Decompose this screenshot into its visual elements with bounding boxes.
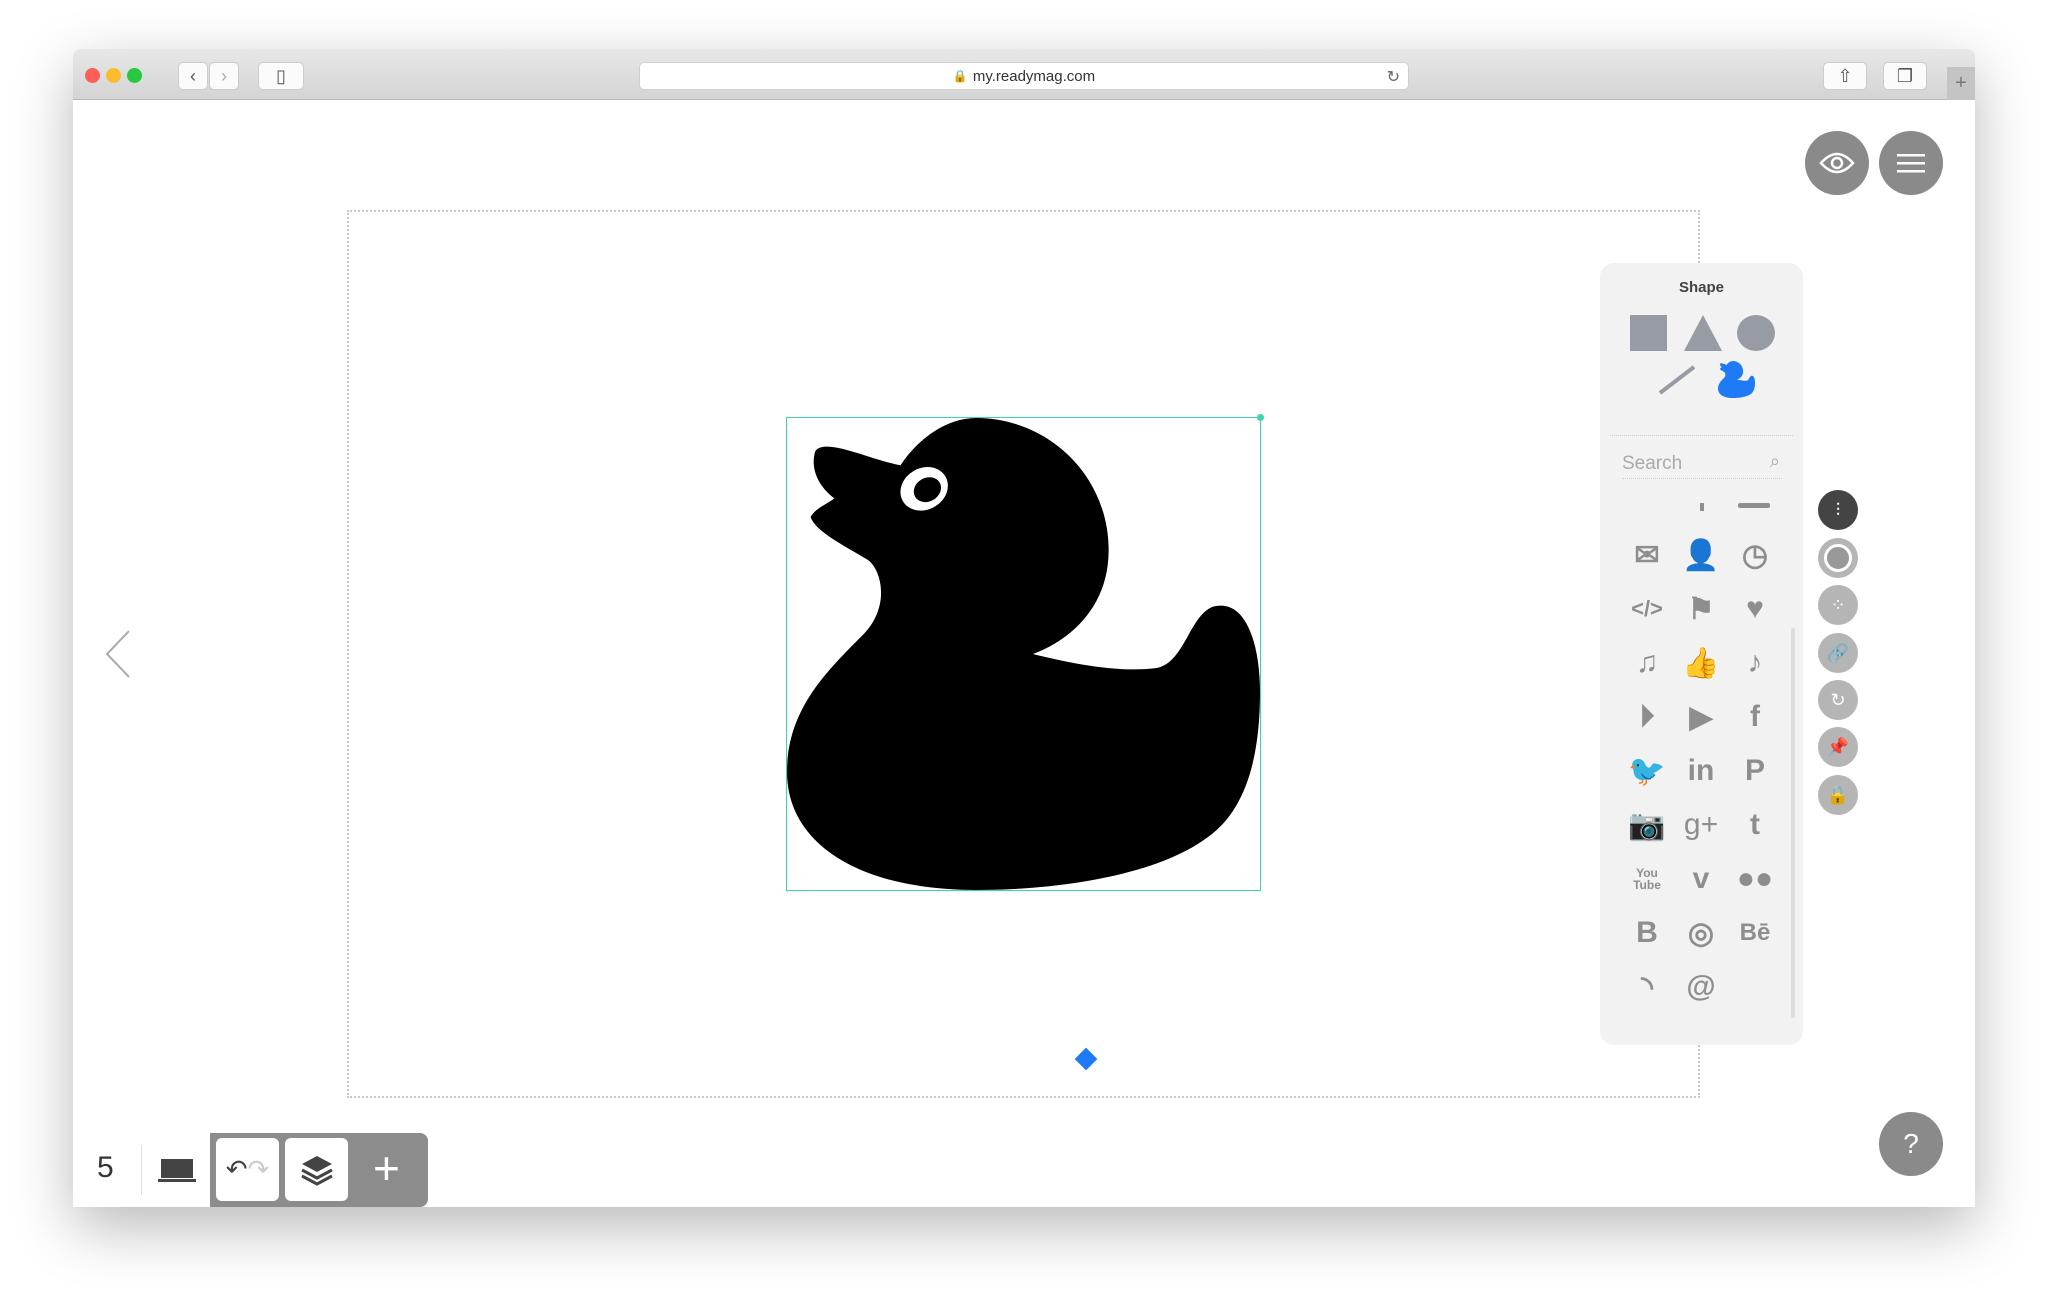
- tabs-button[interactable]: ❐: [1883, 62, 1927, 90]
- link-icon: 🔗: [1826, 642, 1850, 663]
- heart-icon[interactable]: ♥: [1728, 592, 1782, 626]
- thumbs-up-icon[interactable]: 👍: [1674, 646, 1728, 680]
- instagram-icon[interactable]: 📷: [1620, 808, 1674, 842]
- page-number[interactable]: 5: [97, 1151, 114, 1185]
- icon-grid: ✉ 👤 ◷ </> ⚑ ♥ ♫ 👍 ♪ ⏵ ▶ f 🐦 in P 📷 g+ t …: [1620, 538, 1786, 1004]
- duck-icon: [787, 418, 1260, 890]
- google-plus-icon[interactable]: g+: [1674, 808, 1728, 842]
- pin-button[interactable]: 📌: [1818, 727, 1858, 767]
- circle-shape-icon[interactable]: [1737, 315, 1775, 351]
- youtube-icon[interactable]: ▶: [1674, 700, 1728, 734]
- laptop-icon[interactable]: [158, 1157, 196, 1183]
- layers-button[interactable]: [285, 1138, 348, 1201]
- tumblr-icon[interactable]: t: [1728, 808, 1782, 842]
- divider: [141, 1145, 142, 1195]
- panel-scrollbar[interactable]: [1791, 628, 1795, 1018]
- selected-duck-shape[interactable]: [786, 414, 1264, 891]
- menu-button[interactable]: [1879, 131, 1943, 195]
- triangle-shape-icon[interactable]: [1684, 315, 1722, 351]
- divider: [1610, 435, 1793, 436]
- duck-shape-icon[interactable]: [1718, 361, 1755, 398]
- search-placeholder: Search: [1622, 453, 1683, 474]
- at-icon[interactable]: @: [1674, 970, 1728, 1004]
- undo-redo-button[interactable]: ↶ ↷: [216, 1138, 279, 1201]
- search-icon: ⌕: [1769, 451, 1780, 471]
- lock-icon: 🔒: [1826, 784, 1850, 805]
- layers-icon: [300, 1155, 333, 1186]
- address-bar[interactable]: 🔒 my.readymag.com ↻: [639, 62, 1409, 90]
- pinterest-icon[interactable]: P: [1728, 754, 1782, 788]
- partial-icon: [1738, 503, 1770, 508]
- play-icon[interactable]: ⏵: [1620, 700, 1674, 734]
- dribbble-icon[interactable]: ◎: [1674, 916, 1728, 950]
- add-widget-button[interactable]: +: [373, 1145, 400, 1191]
- hamburger-icon: [1897, 154, 1925, 173]
- lock-icon: 🔒: [952, 69, 968, 83]
- opacity-button[interactable]: ⁘: [1818, 585, 1858, 625]
- link-button[interactable]: 🔗: [1818, 633, 1858, 673]
- bottom-toolbar: 5 ↶ ↷ +: [73, 1133, 428, 1207]
- shape-panel: Shape Search ⌕ ✉ 👤 ◷ </> ⚑ ♥ ♫ 👍 ♪ ⏵ ▶ f …: [1600, 263, 1803, 1045]
- undo-icon[interactable]: ↶: [226, 1154, 248, 1185]
- color-fill-button[interactable]: [1818, 538, 1858, 578]
- plus-icon: +: [373, 1142, 400, 1194]
- code-icon[interactable]: </>: [1620, 592, 1674, 626]
- circle-icon: [1824, 544, 1852, 572]
- youtube-text-icon[interactable]: You Tube: [1620, 862, 1674, 896]
- browser-window: ‹ › ▯ 🔒 my.readymag.com ↻ ⇧ ❐ + Shape Sear…: [73, 49, 1975, 1207]
- sliders-icon: ⫶: [1835, 499, 1841, 520]
- back-button[interactable]: ‹: [178, 62, 208, 90]
- flickr-icon[interactable]: ●●: [1728, 862, 1782, 896]
- reload-icon[interactable]: ↻: [1387, 67, 1400, 87]
- previous-page-arrow[interactable]: [103, 629, 133, 684]
- music-note-icon[interactable]: ♪: [1728, 646, 1782, 680]
- browser-toolbar: ‹ › ▯ 🔒 my.readymag.com ↻ ⇧ ❐ +: [73, 49, 1975, 100]
- user-icon[interactable]: 👤: [1674, 538, 1728, 572]
- flag-icon[interactable]: ⚑: [1674, 592, 1728, 626]
- zoom-window-button[interactable]: [127, 68, 142, 83]
- music-notes-icon[interactable]: ♫: [1620, 646, 1674, 680]
- behance-icon[interactable]: Bē: [1728, 916, 1782, 950]
- line-shape-icon[interactable]: [1658, 365, 1696, 395]
- mail-icon[interactable]: ✉: [1620, 538, 1674, 572]
- icon-search-input[interactable]: Search ⌕: [1622, 449, 1782, 479]
- minimize-window-button[interactable]: [106, 68, 121, 83]
- twitter-icon[interactable]: 🐦: [1620, 754, 1674, 788]
- help-button[interactable]: ?: [1879, 1112, 1943, 1176]
- rotate-icon: ↻: [1830, 689, 1846, 710]
- clock-icon[interactable]: ◷: [1728, 538, 1782, 572]
- forward-button[interactable]: ›: [209, 62, 239, 90]
- panel-title: Shape: [1678, 279, 1724, 296]
- lock-button[interactable]: 🔒: [1818, 775, 1858, 815]
- adjust-settings-button[interactable]: ⫶: [1818, 490, 1858, 530]
- share-button[interactable]: ⇧: [1823, 62, 1867, 90]
- bubbles-icon: ⁘: [1830, 594, 1846, 615]
- facebook-icon[interactable]: f: [1728, 700, 1782, 734]
- vimeo-icon[interactable]: v: [1674, 862, 1728, 896]
- resize-handle[interactable]: [1257, 414, 1264, 421]
- blogger-icon[interactable]: B: [1620, 916, 1674, 950]
- new-tab-button[interactable]: +: [1947, 67, 1975, 100]
- pin-icon: 📌: [1826, 736, 1850, 757]
- close-window-button[interactable]: [85, 68, 100, 83]
- sidebar-toggle-button[interactable]: ▯: [258, 62, 304, 90]
- eye-icon: [1819, 152, 1855, 174]
- redo-icon[interactable]: ↷: [248, 1154, 270, 1185]
- rss-icon[interactable]: ◝: [1620, 970, 1674, 1004]
- linkedin-icon[interactable]: in: [1674, 754, 1728, 788]
- square-shape-icon[interactable]: [1630, 315, 1667, 351]
- help-label: ?: [1903, 1128, 1919, 1159]
- partial-icon: [1700, 503, 1704, 511]
- url-text: my.readymag.com: [972, 67, 1096, 85]
- rotate-button[interactable]: ↻: [1818, 680, 1858, 720]
- preview-button[interactable]: [1805, 131, 1869, 195]
